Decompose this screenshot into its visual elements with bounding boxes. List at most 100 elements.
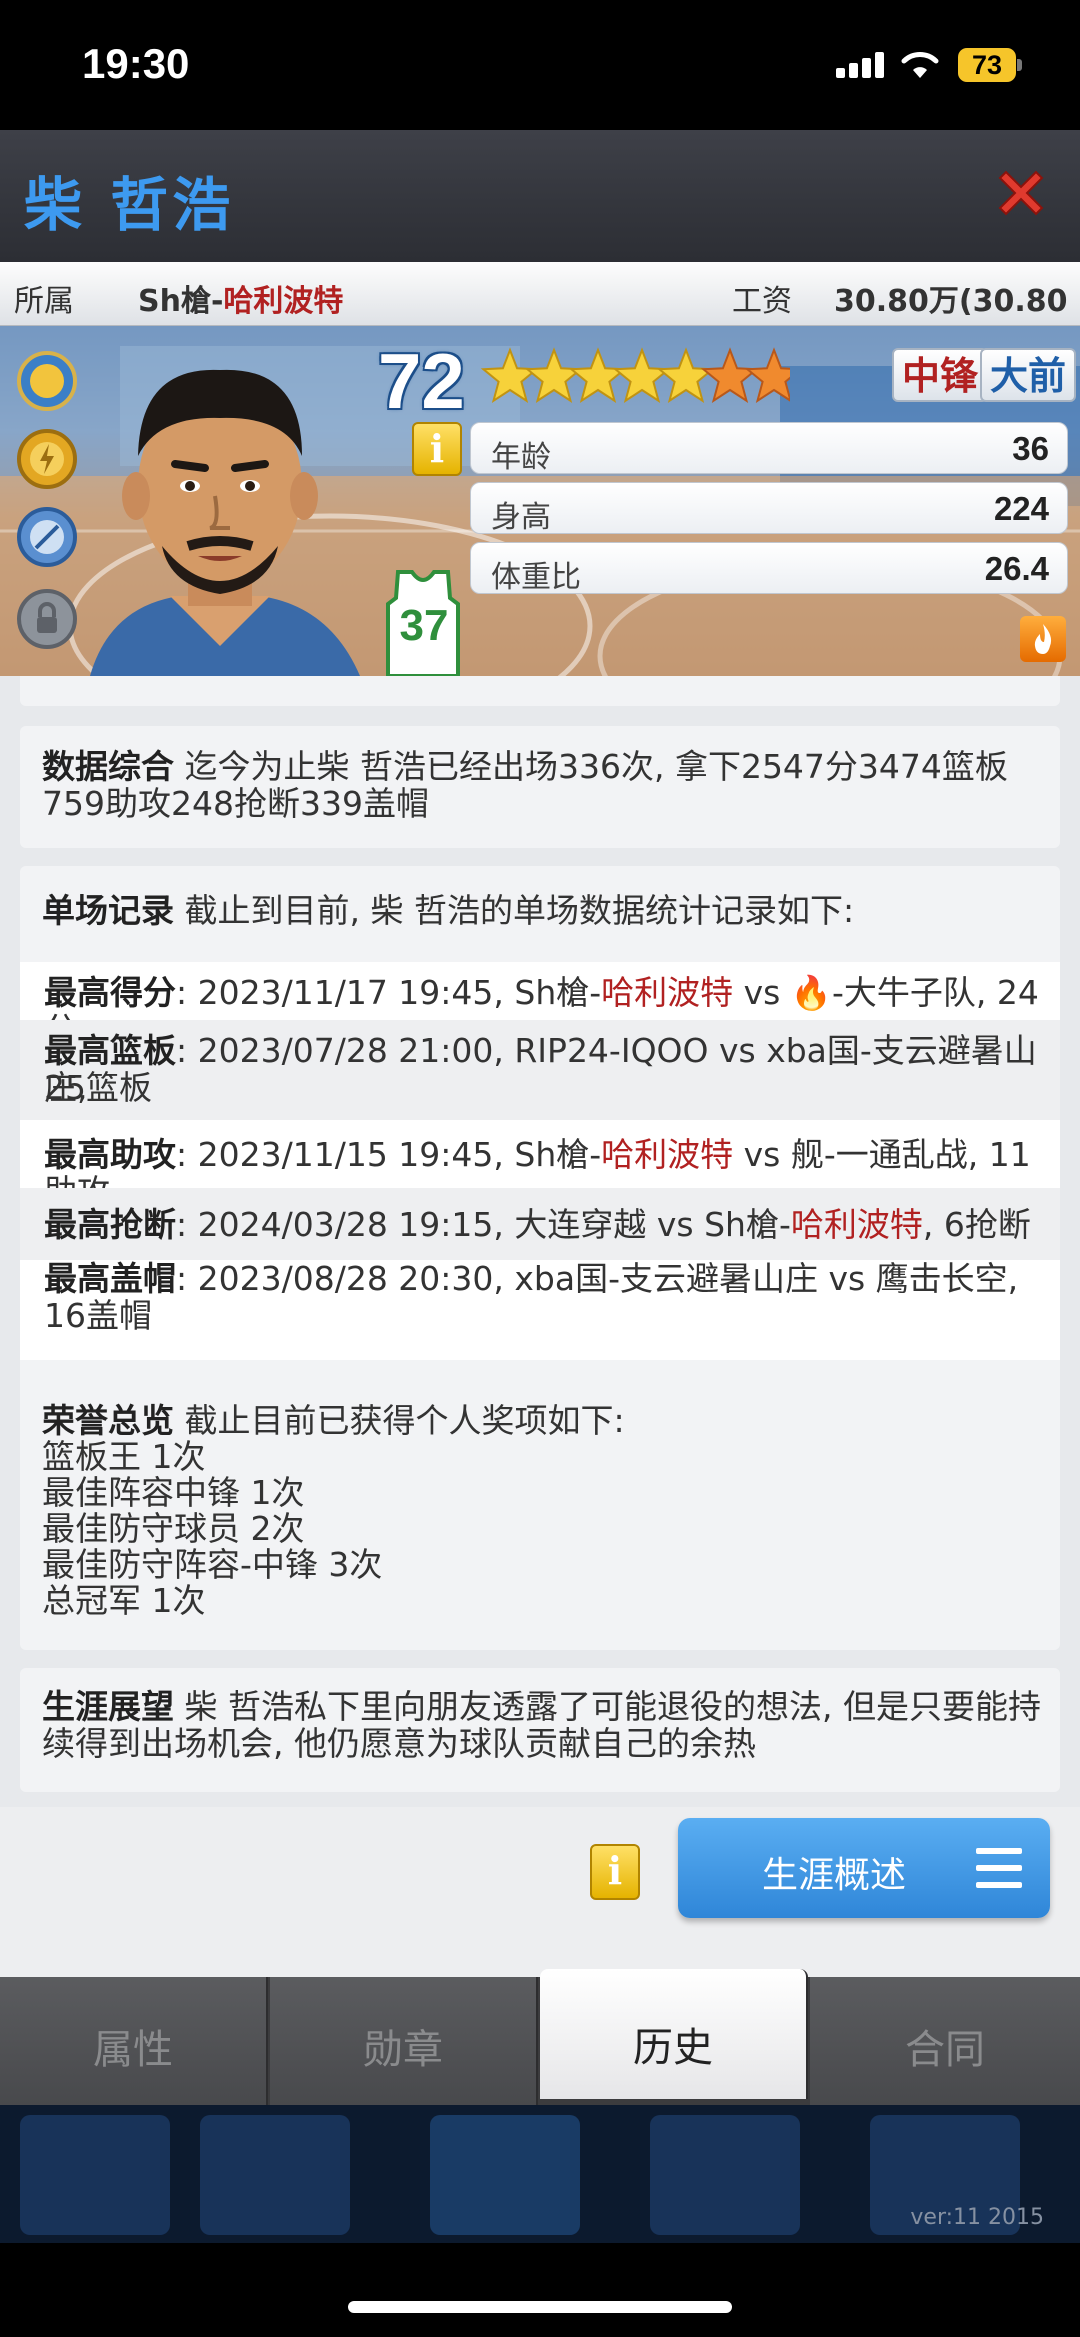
clock: 19:30 xyxy=(82,40,190,87)
career-overview-button[interactable]: 生涯概述 xyxy=(678,1818,1050,1918)
position-label: 中锋 xyxy=(902,354,979,398)
team-label: 所属 xyxy=(14,284,74,319)
overall-rating: 72 xyxy=(378,337,465,425)
star-icon xyxy=(612,347,672,403)
honor-item: 总冠军 1次 xyxy=(42,1581,206,1620)
stat-value: 26.4 xyxy=(984,550,1049,587)
fire-icon[interactable] xyxy=(1020,616,1066,662)
intro-text: 截止到目前, 柴 哲浩的单场数据统计记录如下: xyxy=(174,891,855,930)
section-title: 单场记录 xyxy=(42,891,174,930)
previous-card-edge xyxy=(20,676,1060,706)
footer-nav-icon[interactable] xyxy=(430,2115,580,2235)
position-badge-power-forward: 大前 xyxy=(980,348,1077,402)
power-badge-icon[interactable] xyxy=(16,428,78,490)
outlook-card: 生涯展望 柴 哲浩私下里向朋友透露了可能退役的想法, 但是只要能持 续得到出场机… xyxy=(20,1668,1060,1792)
status-bar: 19:30 73 xyxy=(0,0,1080,130)
star-rating xyxy=(480,347,790,403)
home-indicator[interactable] xyxy=(348,2301,732,2313)
team-name-red: 哈利波特 xyxy=(223,284,344,319)
record-label: 最高得分 xyxy=(44,973,176,1012)
outlook-line: 生涯展望 柴 哲浩私下里向朋友透露了可能退役的想法, 但是只要能持 xyxy=(42,1688,1041,1725)
position-badge-center: 中锋 xyxy=(892,348,989,402)
info-icon[interactable]: i xyxy=(412,422,462,476)
honors-card: 荣誉总览 截止目前已获得个人奖项如下: 篮板王 1次 最佳阵容中锋 1次 最佳防… xyxy=(20,1384,1060,1650)
section-title: 荣誉总览 xyxy=(42,1401,174,1440)
tab-history[interactable]: 历史 xyxy=(540,1969,808,2099)
team-name-red: 哈利波特 xyxy=(790,1205,923,1244)
star-icon xyxy=(656,347,716,403)
jersey-number: 37 xyxy=(399,601,449,650)
section-title: 数据综合 xyxy=(42,747,174,786)
player-name: 柴 哲浩 xyxy=(24,171,235,239)
record-text: 最高盖帽: 2023/08/28 20:30, xba国-支云避暑山庄 vs 鹰… xyxy=(44,1260,1018,1297)
summary-line: 数据综合 迄今为止柴 哲浩已经出场336次, 拿下2547分3474篮板 xyxy=(42,748,1008,785)
record-detail: : 2023/07/28 21:00, RIP24-IQOO vs xba国-支… xyxy=(44,1031,1037,1107)
record-text: 最高篮板: 2023/07/28 21:00, RIP24-IQOO vs xb… xyxy=(44,1032,1060,1106)
defense-badge-icon[interactable] xyxy=(16,506,78,568)
stat-height: 身高 224 xyxy=(470,482,1068,535)
record-label: 最高抢断 xyxy=(44,1205,176,1244)
history-content[interactable]: 数据综合 迄今为止柴 哲浩已经出场336次, 拿下2547分3474篮板 759… xyxy=(0,676,1080,1977)
player-avatar xyxy=(90,369,360,676)
close-icon[interactable] xyxy=(990,162,1052,224)
wifi-icon xyxy=(901,52,939,78)
honor-item: 篮板王 1次 xyxy=(42,1437,206,1476)
record-label: 最高助攻 xyxy=(44,1135,176,1174)
tab-label: 属性 xyxy=(93,2027,173,2073)
record-label: 最高盖帽 xyxy=(44,1259,176,1298)
stat-label: 身高 xyxy=(491,500,551,535)
single-game-intro: 单场记录 截止到目前, 柴 哲浩的单场数据统计记录如下: xyxy=(42,892,854,929)
salary-label: 工资 xyxy=(732,284,792,319)
team-name[interactable]: Sh槍-哈利波特 xyxy=(138,276,343,320)
honor-item: 最佳防守球员 2次 xyxy=(42,1509,305,1548)
record-text: 最高抢断: 2024/03/28 19:15, 大连穿越 vs Sh槍-哈利波特… xyxy=(44,1206,1031,1243)
tab-contract[interactable]: 合同 xyxy=(810,1977,1080,2105)
player-header: 柴 哲浩 xyxy=(0,130,1080,262)
record-detail: : 2023/11/15 19:45, Sh槍- xyxy=(176,1135,602,1174)
footer-nav-icon[interactable] xyxy=(650,2115,800,2235)
honors-intro: 荣誉总览 截止目前已获得个人奖项如下: xyxy=(42,1402,625,1439)
record-text-line2: 25篮板 xyxy=(44,1068,152,1107)
record-text-line2: 16盖帽 xyxy=(44,1296,152,1335)
home-area xyxy=(0,2243,1080,2337)
footer-nav-icon[interactable] xyxy=(200,2115,350,2235)
team-name-red: 哈利波特 xyxy=(601,973,734,1012)
version-label: ver:11 2015 xyxy=(910,2205,1044,2230)
record-detail: : 2023/08/28 20:30, xba国-支云避暑山庄 vs 鹰击长空, xyxy=(176,1259,1019,1298)
skill-badge-icon[interactable] xyxy=(16,350,78,412)
game-footer-nav: ver:11 2015 xyxy=(0,2105,1080,2243)
player-banner: 37 72 中锋 大前 i 年龄 36 身高 224 体重比 26.4 xyxy=(0,326,1080,676)
stat-label: 年龄 xyxy=(491,440,551,475)
outlook-text: 柴 哲浩私下里向朋友透露了可能退役的想法, 但是只要能持 xyxy=(174,1687,1041,1726)
stat-value: 36 xyxy=(1012,430,1049,467)
tab-label: 合同 xyxy=(905,2027,985,2073)
team-name-red: 哈利波特 xyxy=(601,1135,734,1174)
cellular-signal-icon xyxy=(836,52,886,78)
record-detail: : 2023/11/17 19:45, Sh槍- xyxy=(176,973,602,1012)
summary-line-2: 759助攻248抢断339盖帽 xyxy=(42,784,429,823)
star-icon xyxy=(480,347,540,403)
stat-weight-ratio: 体重比 26.4 xyxy=(470,542,1068,595)
footer-nav-icon[interactable] xyxy=(20,2115,170,2235)
tab-label: 历史 xyxy=(633,2025,713,2071)
tab-medals[interactable]: 勋章 xyxy=(270,1977,538,2105)
star-icon xyxy=(700,347,760,403)
record-row: 最高助攻: 2023/11/15 19:45, Sh槍-哈利波特 vs 舰-一通… xyxy=(20,1120,1060,1210)
team-salary-strip: 所属 Sh槍-哈利波特 工资 30.80万(30.80万) xyxy=(0,262,1080,363)
record-row: 最高盖帽: 2023/08/28 20:30, xba国-支云避暑山庄 vs 鹰… xyxy=(20,1260,1060,1360)
stat-value: 224 xyxy=(993,490,1049,527)
lock-icon[interactable] xyxy=(16,588,78,650)
honor-item: 最佳阵容中锋 1次 xyxy=(42,1473,305,1512)
record-detail: : 2024/03/28 19:15, 大连穿越 vs Sh槍- xyxy=(176,1205,791,1244)
info-icon[interactable]: i xyxy=(590,1844,640,1900)
tab-attributes[interactable]: 属性 xyxy=(0,1977,268,2105)
stat-age: 年龄 36 xyxy=(470,422,1068,475)
menu-icon xyxy=(976,1848,1022,1888)
record-detail: , 6抢断 xyxy=(922,1205,1031,1244)
position-label: 大前 xyxy=(990,354,1067,398)
intro-text: 截止目前已获得个人奖项如下: xyxy=(174,1401,625,1440)
stat-label: 体重比 xyxy=(491,560,581,595)
honor-item: 最佳防守阵容-中锋 3次 xyxy=(42,1545,383,1584)
tab-label: 勋章 xyxy=(363,2027,443,2073)
summary-text: 迄今为止柴 哲浩已经出场336次, 拿下2547分3474篮板 xyxy=(174,747,1008,786)
